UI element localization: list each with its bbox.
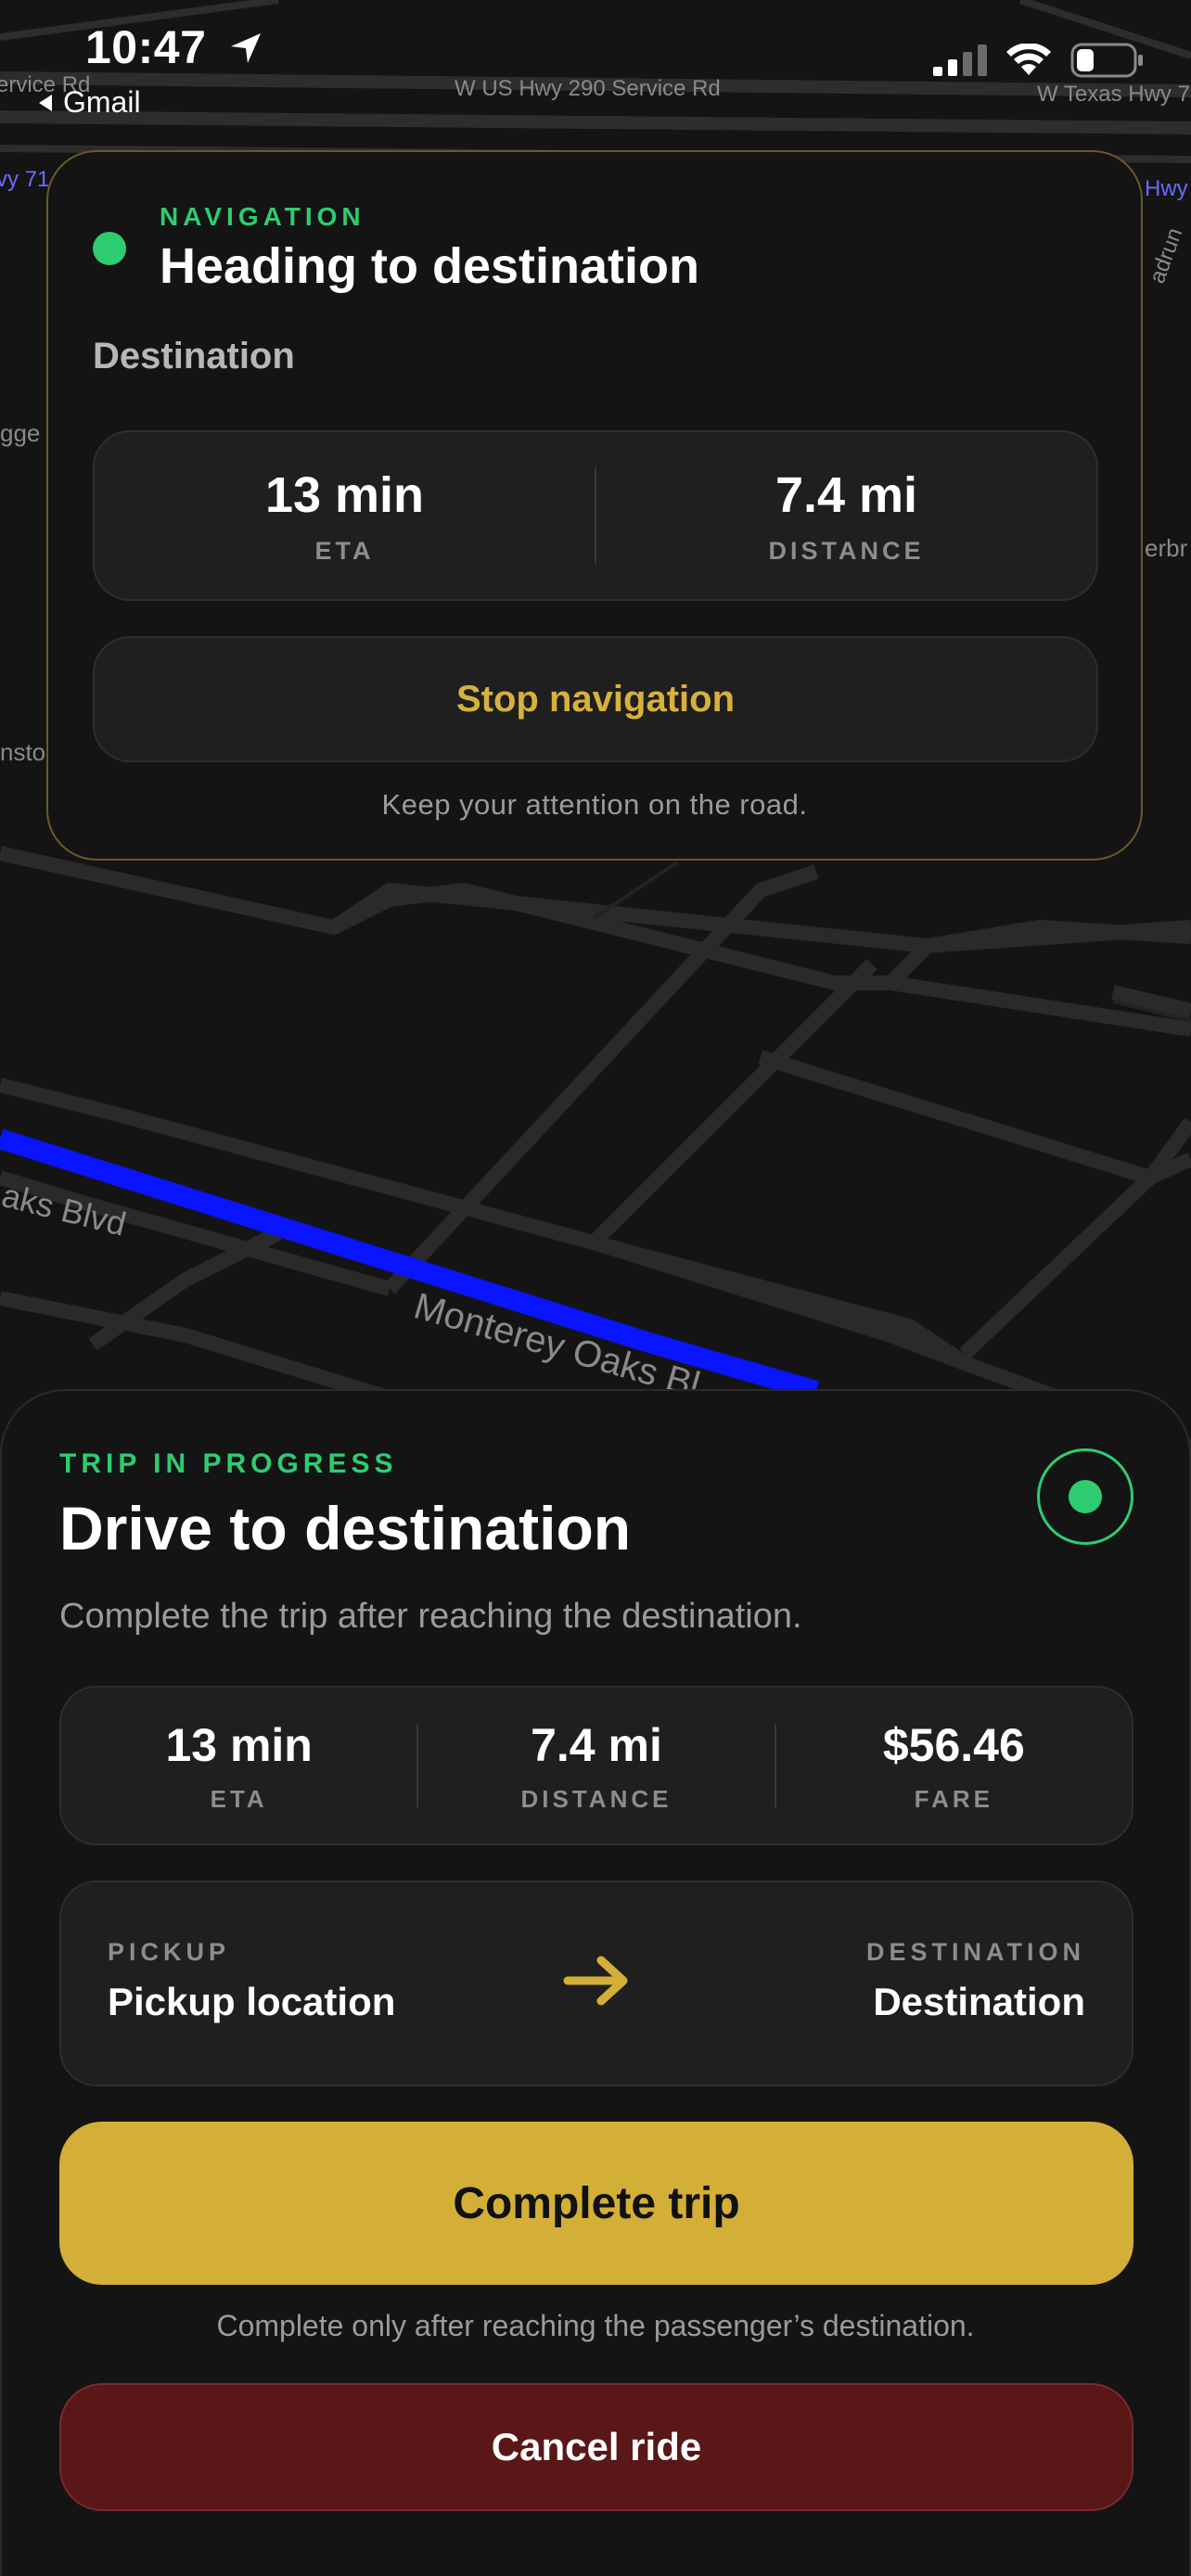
destination-name: Destination <box>873 1980 1085 2023</box>
back-to-app-button[interactable]: Gmail <box>35 85 141 120</box>
navigation-eta-label: ETA <box>314 536 375 565</box>
cancel-ride-button[interactable]: Cancel ride <box>59 2383 1133 2511</box>
arrow-right-icon <box>563 1956 628 2006</box>
map-label-erbr: erbr <box>1145 534 1188 562</box>
navigation-eyebrow: NAVIGATION <box>160 202 365 231</box>
pickup-name: Pickup location <box>108 1980 396 2023</box>
status-time-text: 10:47 <box>85 21 207 73</box>
status-time: 10:47 <box>85 20 264 74</box>
status-bar: 10:47 Gmail <box>0 0 1191 121</box>
navigation-stats: 13 min ETA 7.4 mi DISTANCE <box>93 430 1098 601</box>
trip-status-dot <box>1069 1480 1102 1513</box>
wifi-icon <box>1006 44 1051 75</box>
route-pickup: PICKUP Pickup location <box>108 1938 395 2024</box>
battery-icon <box>1070 43 1143 78</box>
trip-eyebrow: TRIP IN PROGRESS <box>59 1448 398 1479</box>
trip-distance-label: DISTANCE <box>520 1784 672 1813</box>
trip-fare-value: $56.46 <box>882 1718 1025 1771</box>
back-app-label: Gmail <box>63 85 141 119</box>
complete-trip-button[interactable]: Complete trip <box>59 2122 1133 2285</box>
trip-title: Drive to destination <box>59 1494 632 1562</box>
destination-caption: DESTINATION <box>866 1938 1085 1966</box>
route-destination: DESTINATION Destination <box>866 1938 1085 2024</box>
navigation-distance-value: 7.4 mi <box>775 466 918 523</box>
map-label-nsto: nsto <box>0 738 46 766</box>
status-icons <box>933 43 1145 78</box>
complete-trip-note: Complete only after reaching the passeng… <box>216 2309 975 2342</box>
navigation-safety-note: Keep your attention on the road. <box>381 788 808 821</box>
navigation-subtitle: Destination <box>93 336 295 376</box>
navigation-eta-value: 13 min <box>264 466 425 523</box>
navigation-card: NAVIGATION Heading to destination Destin… <box>46 150 1143 861</box>
location-arrow-icon <box>230 33 261 63</box>
stop-navigation-button[interactable]: Stop navigation <box>93 636 1098 762</box>
pickup-caption: PICKUP <box>108 1938 231 1966</box>
route-card: PICKUP Pickup location DESTINATION Desti… <box>59 1881 1133 2086</box>
trip-distance-value: 7.4 mi <box>531 1718 662 1771</box>
trip-sheet: TRIP IN PROGRESS Drive to destination Co… <box>0 1389 1191 2576</box>
trip-fare: $56.46 FARE <box>776 1718 1132 1814</box>
navigation-title: Heading to destination <box>160 238 700 294</box>
back-triangle-icon <box>39 94 52 111</box>
navigation-status-dot <box>93 232 126 265</box>
trip-eta: 13 min ETA <box>61 1718 416 1814</box>
trip-stats: 13 min ETA 7.4 mi DISTANCE $56.46 FARE <box>59 1686 1133 1845</box>
trip-description: Complete the trip after reaching the des… <box>59 1597 802 1636</box>
signal-icon <box>933 45 987 76</box>
trip-eta-label: ETA <box>210 1784 268 1813</box>
trip-eta-value: 13 min <box>165 1718 313 1771</box>
navigation-distance-label: DISTANCE <box>768 536 925 565</box>
map-label-hwy-right: Hwy <box>1145 176 1188 201</box>
screen: aks Blvd Monterey Oaks Bl ervice Rd W US… <box>0 0 1191 2576</box>
trip-distance: 7.4 mi DISTANCE <box>418 1718 774 1814</box>
navigation-distance: 7.4 mi DISTANCE <box>596 466 1096 566</box>
map-label-hwy-71: vy 71 <box>0 167 50 192</box>
navigation-eta: 13 min ETA <box>95 466 595 566</box>
trip-fare-label: FARE <box>914 1784 993 1813</box>
trip-status-indicator <box>1037 1448 1133 1545</box>
map-label-gge: gge <box>0 419 41 447</box>
